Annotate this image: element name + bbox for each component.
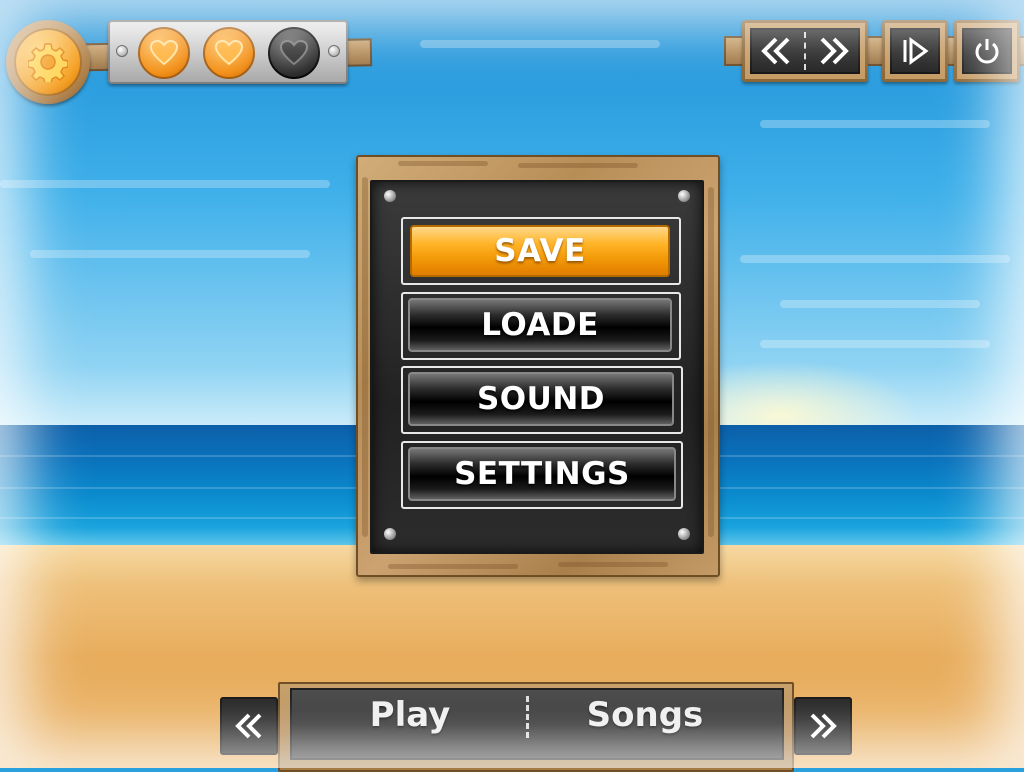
heart-icon	[150, 40, 178, 66]
cloud	[420, 40, 660, 48]
play-button[interactable]	[882, 20, 948, 82]
songs-label[interactable]: Songs	[560, 690, 730, 740]
skip-controls	[742, 20, 868, 82]
double-chevron-left-icon	[235, 713, 262, 739]
lives-panel	[108, 20, 348, 84]
life-heart-3	[268, 27, 320, 79]
prev-button[interactable]	[220, 697, 278, 755]
cloud	[740, 255, 1010, 263]
heart-icon	[215, 40, 243, 66]
load-button[interactable]: LOADE	[408, 298, 672, 352]
double-chevron-right-icon	[810, 713, 837, 739]
settings-button[interactable]	[6, 20, 90, 104]
life-heart-1	[138, 27, 190, 79]
next-button[interactable]	[794, 697, 852, 755]
settings-menu-button[interactable]: SETTINGS	[408, 447, 676, 501]
fast-forward-icon[interactable]	[814, 35, 854, 67]
power-icon	[975, 39, 999, 64]
sound-button[interactable]: SOUND	[408, 372, 674, 426]
power-button[interactable]	[954, 20, 1020, 82]
skip-divider	[804, 32, 806, 70]
heart-icon	[280, 40, 308, 66]
play-icon	[903, 37, 929, 65]
save-button[interactable]: SAVE	[410, 225, 670, 277]
play-label[interactable]: Play	[330, 690, 490, 740]
cloud	[780, 300, 980, 308]
cloud	[760, 340, 990, 348]
rewind-icon[interactable]	[756, 35, 796, 67]
life-heart-2	[203, 27, 255, 79]
bottom-divider	[526, 696, 529, 738]
cloud	[760, 120, 990, 128]
gear-icon	[28, 43, 68, 82]
cloud	[30, 250, 310, 258]
cloud	[0, 180, 330, 188]
